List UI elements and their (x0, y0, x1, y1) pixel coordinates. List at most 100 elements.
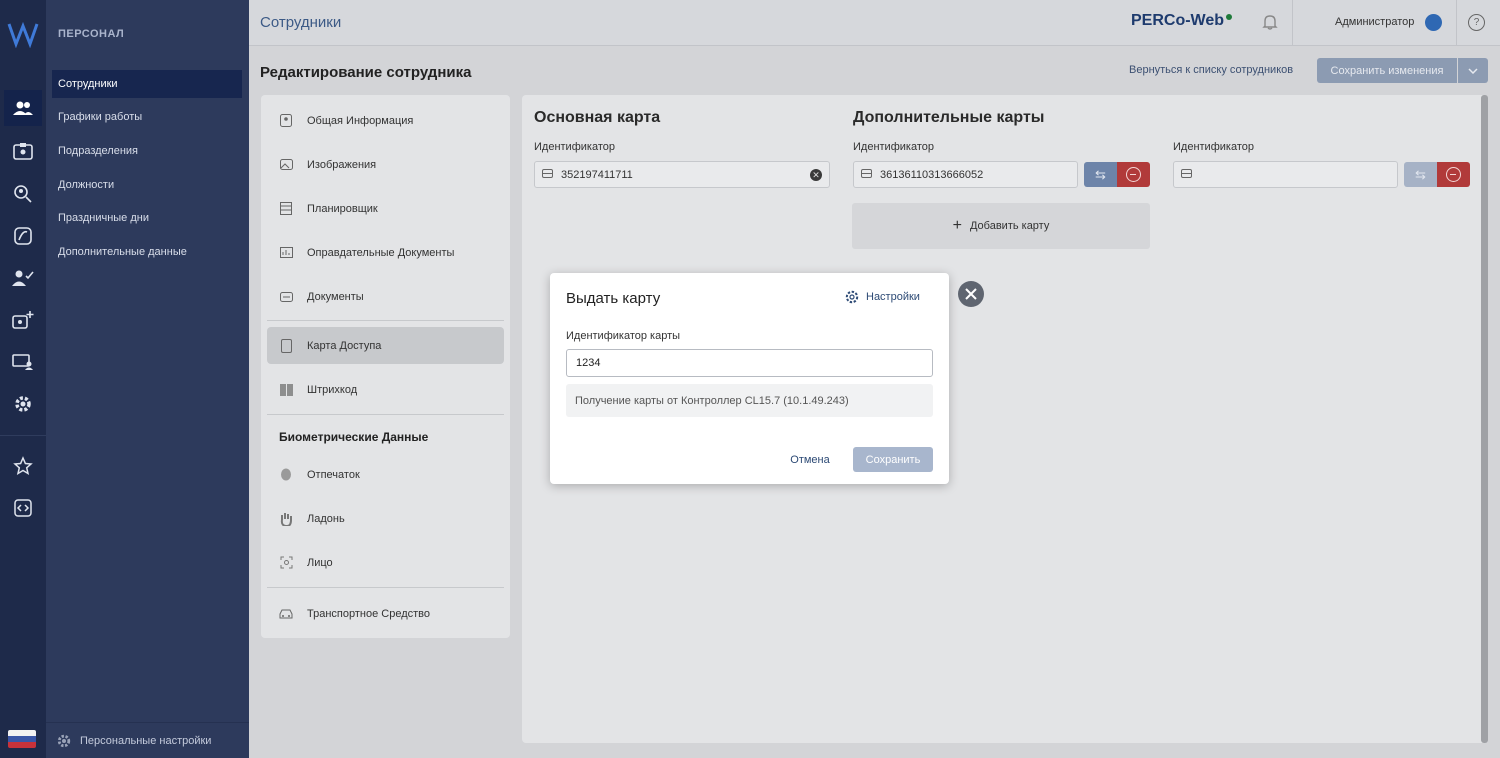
menu-item-employees[interactable]: Сотрудники (52, 70, 242, 98)
gear-icon (57, 734, 71, 747)
bell-icon[interactable] (1261, 13, 1279, 31)
nav-label: Общая Информация (307, 114, 414, 127)
section-menu: ПЕРСОНАЛ Сотрудники Графики работы Подра… (46, 0, 249, 758)
card-id-label: Идентификатор карты (566, 330, 681, 342)
header-divider (1292, 0, 1293, 46)
dialog-title: Выдать карту (566, 290, 661, 307)
back-to-list-link[interactable]: Вернуться к списку сотрудников (1129, 64, 1293, 76)
employees-icon[interactable] (4, 90, 42, 126)
menu-item-holidays[interactable]: Праздничные дни (52, 204, 242, 232)
save-button[interactable]: Сохранить (853, 447, 933, 472)
monitor-user-icon[interactable] (4, 344, 42, 380)
remove-card-button[interactable] (1437, 162, 1470, 187)
route-icon[interactable] (4, 218, 42, 254)
add-card-button[interactable]: + Добавить карту (852, 203, 1150, 249)
avatar-icon[interactable] (1425, 14, 1442, 31)
personal-settings-label: Персональные настройки (80, 734, 212, 747)
close-icon (965, 288, 977, 300)
nav-vehicle[interactable]: Транспортное Средство (267, 595, 504, 632)
main-card-id-label: Идентификатор (534, 141, 615, 153)
nav-scheduler[interactable]: Планировщик (267, 190, 504, 227)
brand-logo: PERCo-Web (1131, 12, 1225, 29)
clear-icon[interactable]: ✕ (810, 169, 822, 181)
nav-label: Документы (307, 290, 364, 303)
nav-palm[interactable]: Ладонь (267, 500, 504, 537)
content-scrollbar[interactable] (1481, 95, 1488, 743)
image-icon (279, 158, 293, 172)
face-scan-icon (279, 556, 293, 570)
top-header: Сотрудники PERCo-Web Администратор ? (249, 0, 1500, 46)
nav-label: Лицо (307, 556, 333, 569)
nav-access-card[interactable]: Карта Доступа (267, 327, 504, 364)
barcode-icon (279, 383, 293, 397)
menu-item-schedules[interactable]: Графики работы (52, 103, 242, 131)
cancel-button[interactable]: Отмена (780, 447, 840, 472)
nav-images[interactable]: Изображения (267, 146, 504, 183)
info-icon (279, 114, 293, 128)
card-icon (279, 338, 293, 353)
menu-item-positions[interactable]: Должности (52, 171, 242, 199)
plus-icon: + (952, 217, 962, 234)
star-icon[interactable] (4, 448, 42, 484)
nav-label: Транспортное Средство (307, 607, 430, 620)
extra-card-2-id-label: Идентификатор (1173, 141, 1254, 153)
nav-justification-docs[interactable]: Оправдательные Документы (267, 234, 504, 271)
palm-icon (279, 512, 293, 526)
save-dropdown-button[interactable] (1458, 58, 1488, 83)
rail-divider (0, 435, 46, 436)
main-card-id-field[interactable]: 352197411711 ✕ (534, 161, 830, 188)
personal-settings-link[interactable]: Персональные настройки (46, 722, 249, 758)
code-icon[interactable] (4, 490, 42, 526)
extra-cards-title: Дополнительные карты (853, 109, 1045, 126)
swap-card-button[interactable]: ⇆ (1084, 162, 1117, 187)
nav-documents[interactable]: Документы (267, 278, 504, 315)
id-badge-icon[interactable] (4, 133, 42, 169)
swap-card-button[interactable]: ⇆ (1404, 162, 1437, 187)
nav-divider (267, 587, 504, 588)
nav-barcode[interactable]: Штрихкод (267, 371, 504, 408)
nav-label: Изображения (307, 158, 377, 171)
page-title: Редактирование сотрудника (260, 64, 472, 81)
logo-icon (7, 21, 39, 48)
minus-circle-icon (1126, 167, 1141, 182)
save-changes-button[interactable]: Сохранить изменения (1317, 58, 1457, 83)
nav-divider (267, 414, 504, 415)
nav-fingerprint[interactable]: Отпечаток (267, 456, 504, 493)
nav-face[interactable]: Лицо (267, 544, 504, 581)
user-check-icon[interactable] (4, 260, 42, 296)
extra-card-1-id-label: Идентификатор (853, 141, 934, 153)
extra-card-2-id-field[interactable] (1173, 161, 1398, 188)
card-source-info: Получение карты от Контроллер CL15.7 (10… (566, 384, 933, 417)
nav-label: Ладонь (307, 512, 345, 525)
issue-card-dialog: Выдать карту Настройки Идентификатор кар… (550, 273, 949, 484)
card-id-input[interactable] (566, 349, 933, 377)
close-dialog-button[interactable] (958, 281, 984, 307)
dialog-settings-label: Настройки (866, 291, 920, 303)
remove-card-button[interactable] (1117, 162, 1150, 187)
nav-label: Штрихкод (307, 383, 358, 396)
brand-dot (1226, 14, 1232, 20)
add-card-label: Добавить карту (969, 220, 1050, 232)
location-user-icon[interactable] (4, 176, 42, 212)
minus-circle-icon (1446, 167, 1461, 182)
extra-card-1-id-value: 36136110313666052 (880, 168, 984, 181)
icon-rail (0, 0, 46, 758)
dialog-settings-link[interactable]: Настройки (844, 289, 920, 305)
main-card-title: Основная карта (534, 109, 661, 126)
help-icon[interactable]: ? (1468, 14, 1485, 31)
card-icon (861, 169, 872, 178)
gear-icon[interactable] (4, 386, 42, 422)
extra-card-1-id-field[interactable]: 36136110313666052 (853, 161, 1078, 188)
menu-item-additional-data[interactable]: Дополнительные данные (52, 238, 242, 266)
nav-label: Оправдательные Документы (307, 246, 455, 259)
menu-item-departments[interactable]: Подразделения (52, 137, 242, 165)
user-name[interactable]: Администратор (1335, 16, 1414, 28)
nav-divider (267, 320, 504, 321)
badge-add-icon[interactable] (4, 302, 42, 338)
fingerprint-icon (279, 468, 293, 482)
nav-general-info[interactable]: Общая Информация (267, 102, 504, 139)
calendar-icon (279, 202, 293, 216)
language-flag-icon[interactable] (8, 730, 36, 748)
menu-section-title: ПЕРСОНАЛ (58, 28, 125, 40)
card-icon (542, 169, 553, 178)
